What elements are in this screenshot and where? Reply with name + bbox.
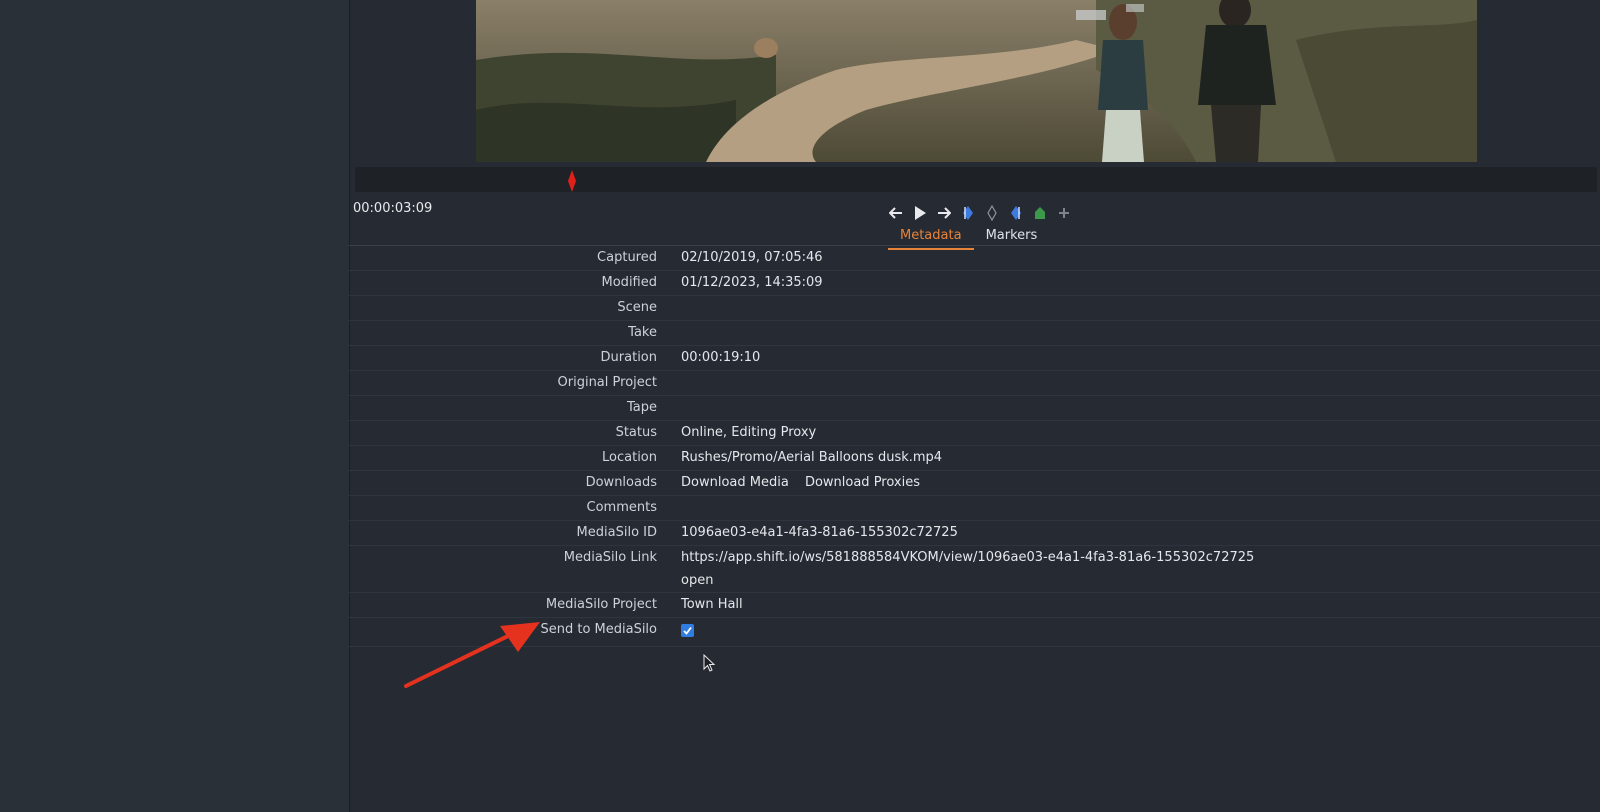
comments-field[interactable] (671, 496, 681, 520)
mouse-cursor-icon (703, 654, 716, 672)
timecode-display: 00:00:03:09 (353, 201, 433, 216)
field-label: Modified (601, 275, 657, 290)
field-label: Location (602, 450, 657, 465)
row-duration: Duration 00:00:19:10 (349, 346, 1600, 371)
arrow-left-icon[interactable] (886, 203, 906, 223)
mark-out-icon[interactable] (1006, 203, 1026, 223)
annotation-arrow-icon (404, 622, 540, 688)
row-location: Location Rushes/Promo/Aerial Balloons du… (349, 446, 1600, 471)
row-comments: Comments (349, 496, 1600, 521)
field-label: Duration (600, 350, 657, 365)
left-panel (0, 0, 350, 812)
field-label: Tape (626, 400, 657, 415)
download-proxies-link[interactable]: Download Proxies (805, 475, 920, 490)
row-scene: Scene (349, 296, 1600, 321)
field-label: MediaSilo ID (576, 525, 657, 540)
field-value: 02/10/2019, 07:05:46 (681, 250, 823, 265)
field-value: Online, Editing Proxy (681, 425, 817, 440)
row-mediasilo-project: MediaSilo Project Town Hall (349, 593, 1600, 618)
video-frame-image (476, 0, 1477, 162)
mark-in-icon[interactable] (958, 203, 978, 223)
tape-field[interactable] (671, 396, 681, 420)
field-value: Rushes/Promo/Aerial Balloons dusk.mp4 (681, 450, 943, 465)
row-mediasilo-id: MediaSilo ID 1096ae03-e4a1-4fa3-81a6-155… (349, 521, 1600, 546)
field-label: Take (628, 325, 657, 340)
field-value: 1096ae03-e4a1-4fa3-81a6-155302c72725 (681, 525, 958, 540)
row-downloads: Downloads Download Media Download Proxie… (349, 471, 1600, 496)
field-value: 01/12/2023, 14:35:09 (681, 275, 823, 290)
checkmark-icon (683, 626, 692, 635)
field-value: Town Hall (681, 597, 743, 612)
metadata-table: Captured 02/10/2019, 07:05:46 Modified 0… (349, 246, 1600, 647)
playhead-marker[interactable] (568, 170, 576, 192)
home-marker-icon[interactable] (1030, 203, 1050, 223)
field-label: Original Project (557, 375, 657, 390)
field-label: Scene (617, 300, 657, 315)
take-field[interactable] (671, 321, 681, 345)
field-value (671, 371, 681, 395)
scene-field[interactable] (671, 296, 681, 320)
row-mediasilo-link: MediaSilo Link https://app.shift.io/ws/5… (349, 546, 1600, 593)
field-label: Captured (597, 250, 657, 265)
mediasilo-link-value: https://app.shift.io/ws/581888584VKOM/vi… (671, 546, 1254, 592)
row-tape: Tape (349, 396, 1600, 421)
field-label: MediaSilo Link (563, 550, 657, 565)
field-label: Downloads (585, 475, 657, 490)
row-modified: Modified 01/12/2023, 14:35:09 (349, 271, 1600, 296)
open-link[interactable]: open (681, 569, 1254, 592)
row-captured: Captured 02/10/2019, 07:05:46 (349, 246, 1600, 271)
row-status: Status Online, Editing Proxy (349, 421, 1600, 446)
video-viewer[interactable] (476, 0, 1477, 162)
row-take: Take (349, 321, 1600, 346)
downloads-links: Download Media Download Proxies (671, 471, 932, 495)
marker-icon[interactable] (982, 203, 1002, 223)
download-media-link[interactable]: Download Media (681, 475, 789, 490)
mediasilo-url[interactable]: https://app.shift.io/ws/581888584VKOM/vi… (681, 546, 1254, 569)
field-label: MediaSilo Project (545, 597, 657, 612)
field-label: Comments (586, 500, 657, 515)
field-label: Status (615, 425, 657, 440)
transport-controls (886, 203, 1074, 223)
timeline-scrubber[interactable] (355, 167, 1597, 192)
arrow-right-icon[interactable] (934, 203, 954, 223)
field-value: 00:00:19:10 (681, 350, 761, 365)
add-icon[interactable] (1054, 203, 1074, 223)
send-to-mediasilo-checkbox[interactable] (681, 624, 694, 637)
play-icon[interactable] (910, 203, 930, 223)
row-original-project: Original Project (349, 371, 1600, 396)
